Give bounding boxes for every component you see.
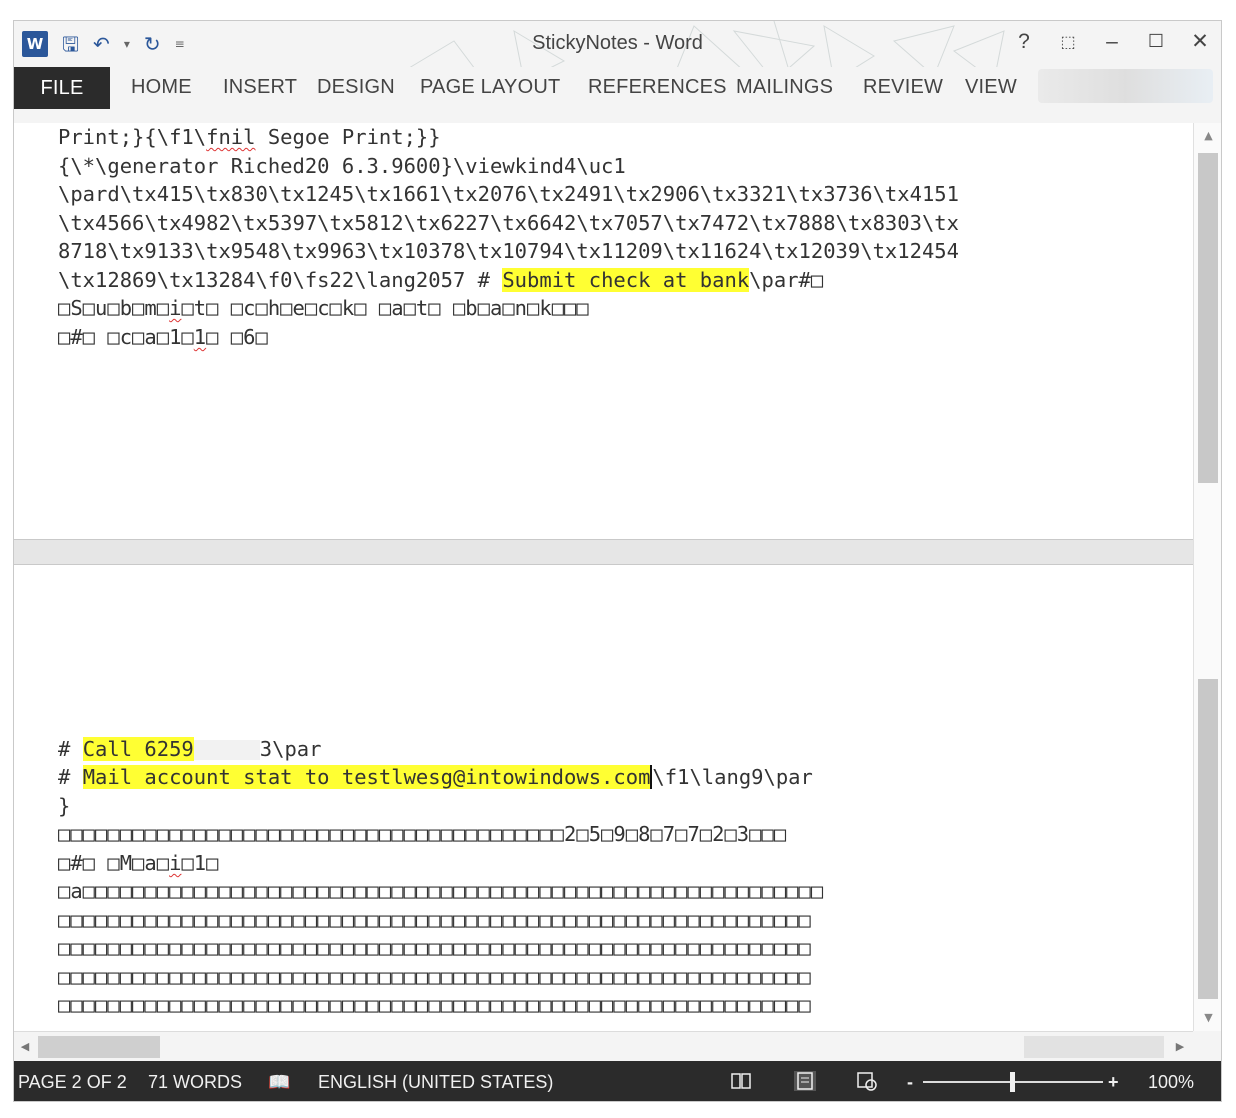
help-button[interactable]: ? xyxy=(1015,30,1033,54)
doc-line: \tx4566\tx4982\tx5397\tx5812\tx6227\tx66… xyxy=(58,211,959,235)
doc-line: □□□□□□□□□□□□□□□□□□□□□□□□□□□□□□□□□□□□□□□□… xyxy=(58,993,811,1017)
tab-review[interactable]: REVIEW xyxy=(863,76,943,99)
language-indicator[interactable]: ENGLISH (UNITED STATES) xyxy=(318,1072,553,1093)
doc-line: □S□u□b□m□i□t□ □c□h□e□c□k□ □a□t□ □b□a□n□k… xyxy=(58,296,589,320)
title-bar: W 🖫 ↶ ▾ ↻ ≡ StickyNotes - Word ? ⬚ – ☐ ✕ xyxy=(14,21,1221,87)
tab-design[interactable]: DESIGN xyxy=(317,76,395,99)
web-layout-icon[interactable] xyxy=(856,1071,878,1091)
doc-line: □a□□□□□□□□□□□□□□□□□□□□□□□□□□□□□□□□□□□□□□… xyxy=(58,879,824,903)
doc-line: □□□□□□□□□□□□□□□□□□□□□□□□□□□□□□□□□□□□□□□□… xyxy=(58,965,811,989)
hscroll-track-end xyxy=(1024,1036,1164,1058)
doc-line: \pard\tx415\tx830\tx1245\tx1661\tx2076\t… xyxy=(58,182,959,206)
document-pane-top[interactable]: Print;}{\f1\fnil Segoe Print;}} {\*\gene… xyxy=(14,123,1193,539)
doc-line: □□□□□□□□□□□□□□□□□□□□□□□□□□□□□□□□□□□□□□□□… xyxy=(58,822,787,846)
scroll-left-icon[interactable]: ◀ xyxy=(14,1032,36,1062)
doc-line: {\*\generator Riched20 6.3.9600}\viewkin… xyxy=(58,154,626,178)
vertical-scrollbar[interactable]: ▲ ▼ xyxy=(1193,123,1221,1031)
zoom-slider-thumb[interactable] xyxy=(1010,1072,1015,1092)
scroll-right-icon[interactable]: ▶ xyxy=(1169,1032,1191,1062)
scroll-down-icon[interactable]: ▼ xyxy=(1194,1007,1221,1029)
window-controls: ? ⬚ – ☐ ✕ xyxy=(1015,29,1209,54)
minimize-icon[interactable]: – xyxy=(1103,30,1121,54)
doc-line: □□□□□□□□□□□□□□□□□□□□□□□□□□□□□□□□□□□□□□□□… xyxy=(58,908,811,932)
doc-line: # Call 6259 3\par xyxy=(58,737,322,761)
status-bar: PAGE 2 OF 2 71 WORDS 📖 ENGLISH (UNITED S… xyxy=(14,1061,1221,1101)
tab-references[interactable]: REFERENCES xyxy=(588,76,727,99)
zoom-in-button[interactable]: + xyxy=(1108,1072,1119,1093)
user-account-area[interactable] xyxy=(1038,69,1213,103)
tab-page-layout[interactable]: PAGE LAYOUT xyxy=(420,76,560,99)
doc-line: Print;}{\f1\fnil Segoe Print;}} xyxy=(58,125,441,149)
proofing-icon[interactable]: 📖 xyxy=(268,1072,290,1093)
scroll-thumb-top[interactable] xyxy=(1198,153,1218,483)
document-pane-bottom[interactable]: # Call 6259 3\par # Mail account stat to … xyxy=(14,565,1193,1031)
doc-line: □#□ □c□a□1□1□ □6□ xyxy=(58,325,268,349)
tab-insert[interactable]: INSERT xyxy=(223,76,297,99)
zoom-level[interactable]: 100% xyxy=(1148,1072,1194,1093)
highlighted-text: Mail account stat to testlwesg@intowindo… xyxy=(82,765,651,789)
read-mode-icon[interactable] xyxy=(730,1071,752,1091)
doc-line: # Mail account stat to testlwesg@intowin… xyxy=(58,765,813,789)
tab-home[interactable]: HOME xyxy=(131,76,192,99)
text-cursor: \f1\lang9\par xyxy=(650,765,813,789)
page-count[interactable]: PAGE 2 OF 2 xyxy=(18,1072,127,1093)
hscroll-thumb[interactable] xyxy=(38,1036,160,1058)
horizontal-scrollbar[interactable]: ◀ ▶ xyxy=(14,1031,1193,1061)
doc-line: } xyxy=(58,794,71,818)
tab-view[interactable]: VIEW xyxy=(965,76,1017,99)
doc-line: \tx12869\tx13284\f0\fs22\lang2057 # Subm… xyxy=(58,268,824,292)
tab-file[interactable]: FILE xyxy=(14,67,110,109)
doc-line: □□□□□□□□□□□□□□□□□□□□□□□□□□□□□□□□□□□□□□□□… xyxy=(58,936,811,960)
scroll-up-icon[interactable]: ▲ xyxy=(1194,125,1221,147)
close-icon[interactable]: ✕ xyxy=(1191,29,1209,54)
word-window: W 🖫 ↶ ▾ ↻ ≡ StickyNotes - Word ? ⬚ – ☐ ✕… xyxy=(13,20,1222,1102)
doc-line: □#□ □M□a□i□1□ xyxy=(58,851,219,875)
tab-mailings[interactable]: MAILINGS xyxy=(736,76,833,99)
scrollbar-corner xyxy=(1193,1031,1221,1061)
redacted-area xyxy=(193,740,260,760)
zoom-out-button[interactable]: - xyxy=(907,1072,913,1093)
maximize-icon[interactable]: ☐ xyxy=(1147,31,1165,52)
ribbon-tabs: FILE HOME INSERT DESIGN PAGE LAYOUT REFE… xyxy=(14,67,1221,123)
word-count[interactable]: 71 WORDS xyxy=(148,1072,242,1093)
scroll-thumb-bottom[interactable] xyxy=(1198,679,1218,999)
highlighted-text: Submit check at bank xyxy=(502,268,750,292)
split-bar[interactable] xyxy=(14,539,1193,565)
ribbon-display-options-icon[interactable]: ⬚ xyxy=(1059,32,1077,52)
print-layout-icon[interactable] xyxy=(794,1071,816,1091)
doc-line: 8718\tx9133\tx9548\tx9963\tx10378\tx1079… xyxy=(58,239,959,263)
highlighted-text: Call 6259 xyxy=(82,737,194,761)
